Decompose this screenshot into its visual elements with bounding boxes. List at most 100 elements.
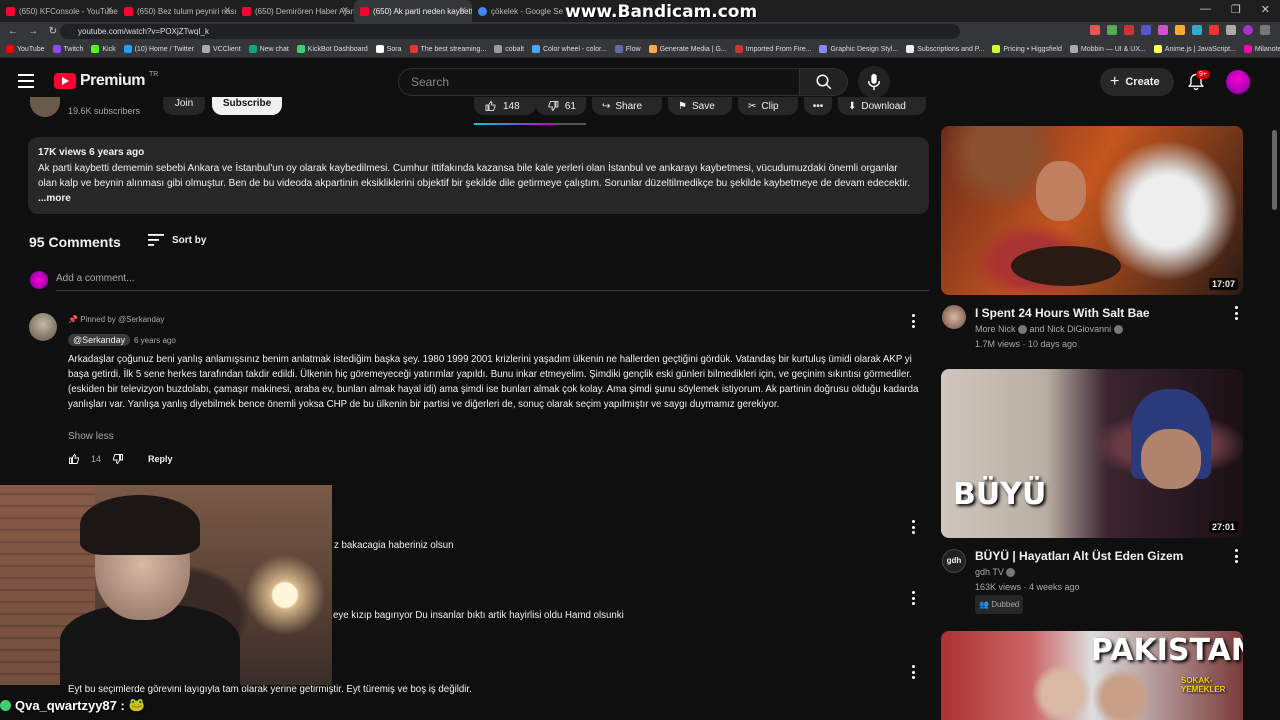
address-bar[interactable]: youtube.com/watch?v=POXjZTwqI_k xyxy=(60,24,960,39)
browser-tab[interactable]: (650) KFConsole - YouTube ✕ xyxy=(0,0,118,22)
bookmark-item[interactable]: Milanote xyxy=(1243,45,1280,53)
show-less-link[interactable]: Show less xyxy=(68,431,114,442)
bookmark-item[interactable]: Kick xyxy=(91,45,116,53)
bookmark-favicon-icon xyxy=(375,45,384,53)
thumbs-down-icon[interactable] xyxy=(111,453,124,465)
like-button[interactable]: 148 xyxy=(474,97,536,115)
thumbs-up-icon[interactable] xyxy=(68,453,81,465)
close-tab-icon[interactable]: ✕ xyxy=(341,5,349,16)
video-thumbnail[interactable]: PAKISTAN SOKAK-YEMEKLER xyxy=(941,631,1243,720)
comment-menu-icon[interactable] xyxy=(912,520,916,534)
extension-icon[interactable] xyxy=(1209,25,1219,35)
close-window-icon[interactable]: ✕ xyxy=(1261,3,1270,16)
bookmark-item[interactable]: YouTube xyxy=(6,45,45,53)
hamburger-menu-icon[interactable] xyxy=(18,74,34,88)
account-avatar[interactable] xyxy=(1226,70,1250,94)
video-menu-icon[interactable] xyxy=(1235,306,1239,320)
bookmark-favicon-icon xyxy=(296,45,305,53)
maximize-icon[interactable]: ❐ xyxy=(1231,3,1241,16)
add-comment-input[interactable]: Add a comment... xyxy=(56,273,929,291)
share-button[interactable]: ↪ Share xyxy=(592,97,662,115)
extension-icon[interactable] xyxy=(1141,25,1151,35)
comment-timestamp[interactable]: 6 years ago xyxy=(134,336,176,345)
video-thumbnail[interactable]: BÜYÜ 27:01 xyxy=(941,369,1243,538)
extension-icons xyxy=(1090,25,1270,35)
bookmark-item[interactable]: Flow xyxy=(614,45,641,53)
save-button[interactable]: ⚑ Save xyxy=(668,97,732,115)
extension-icon[interactable] xyxy=(1090,25,1100,35)
profile-icon[interactable] xyxy=(1243,25,1253,35)
browser-tab[interactable]: (650) Bez tulum peyniri nasıl ya✕ xyxy=(118,0,236,22)
comment-menu-icon[interactable] xyxy=(912,665,916,679)
close-tab-icon[interactable]: ✕ xyxy=(105,5,113,16)
bookmark-item[interactable]: Subscriptions and P... xyxy=(906,45,984,53)
bookmark-item[interactable]: (10) Home / Twitter xyxy=(123,45,194,53)
verified-icon xyxy=(1006,568,1016,578)
clip-button[interactable]: ✂ Clip xyxy=(738,97,798,115)
close-tab-icon[interactable]: ✕ xyxy=(459,5,467,16)
back-icon[interactable]: ← xyxy=(6,26,20,37)
chat-overlay: Qva_qwartzyy87 : 🐸 xyxy=(0,697,145,713)
scissors-icon: ✂ xyxy=(748,100,757,112)
comment-menu-icon[interactable] xyxy=(912,591,916,605)
channel-avatar[interactable] xyxy=(30,97,60,117)
bookmark-favicon-icon xyxy=(6,45,14,53)
bookmark-item[interactable]: VCClient xyxy=(201,45,241,53)
video-menu-icon[interactable] xyxy=(1235,549,1239,563)
extension-icon[interactable] xyxy=(1158,25,1168,35)
commenter-avatar[interactable] xyxy=(29,313,57,341)
video-thumbnail[interactable]: 17:07 xyxy=(941,126,1243,295)
thumbs-down-icon xyxy=(548,101,559,112)
channel-avatar[interactable] xyxy=(942,305,966,329)
bookmark-item[interactable]: Mobbin — UI & UX... xyxy=(1069,45,1146,53)
extension-icon[interactable] xyxy=(1192,25,1202,35)
voice-search-button[interactable] xyxy=(858,66,890,98)
create-button[interactable]: + Create xyxy=(1100,68,1174,96)
show-more-link[interactable]: ...more xyxy=(38,193,71,204)
youtube-favicon-icon xyxy=(124,6,133,16)
bookmark-item[interactable]: cobalt xyxy=(494,45,524,53)
youtube-premium-logo[interactable]: Premium TR xyxy=(54,71,158,90)
reply-button[interactable]: Reply xyxy=(148,454,173,464)
join-button[interactable]: Join xyxy=(163,97,205,115)
browser-tab[interactable]: (650) Demirören Haber Ajansı ✕ xyxy=(236,0,354,22)
video-title[interactable]: I Spent 24 Hours With Salt Bae xyxy=(975,306,1150,320)
browser-tab-active[interactable]: (650) Ak parti neden kaybetti ✕ xyxy=(354,0,472,22)
download-icon[interactable] xyxy=(1226,25,1236,35)
search-input[interactable]: Search xyxy=(398,68,800,96)
streamer-hair xyxy=(80,495,200,555)
search-button[interactable] xyxy=(800,68,848,96)
extension-icon[interactable] xyxy=(1107,25,1117,35)
menu-icon[interactable] xyxy=(1260,25,1270,35)
bookmark-item[interactable]: Twitch xyxy=(52,45,83,53)
bookmark-item[interactable]: Graphic Design Styl... xyxy=(819,45,898,53)
video-title[interactable]: BÜYÜ | Hayatları Alt Üst Eden Gizem xyxy=(975,549,1183,563)
bookmark-item[interactable]: The best streaming... xyxy=(409,45,486,53)
dislike-button[interactable]: 61 xyxy=(536,97,586,115)
verified-icon xyxy=(1018,325,1028,335)
sort-by-button[interactable]: Sort by xyxy=(148,234,206,246)
minimize-icon[interactable]: — xyxy=(1200,3,1211,16)
more-actions-button[interactable]: ••• xyxy=(804,97,832,115)
extension-icon[interactable] xyxy=(1175,25,1185,35)
close-tab-icon[interactable]: ✕ xyxy=(223,5,231,16)
subscribe-button[interactable]: Subscribe xyxy=(212,97,282,115)
channel-avatar[interactable]: gdh xyxy=(942,549,966,573)
video-description[interactable]: 17K views 6 years ago Ak parti kaybetti … xyxy=(28,137,929,214)
forward-icon[interactable]: → xyxy=(26,26,40,37)
bookmark-item[interactable]: KickBot Dashboard xyxy=(296,45,368,53)
bookmark-item[interactable]: Pricing • Higgsfield xyxy=(992,45,1062,53)
bookmark-item[interactable]: Generate Media | G... xyxy=(648,45,727,53)
bookmark-item[interactable]: New chat xyxy=(248,45,289,53)
reload-icon[interactable]: ↻ xyxy=(46,26,60,37)
bookmark-item[interactable]: Sora xyxy=(375,45,402,53)
bookmark-item[interactable]: Color wheel - color... xyxy=(531,45,607,53)
bookmark-item[interactable]: Anime.js | JavaScript... xyxy=(1153,45,1236,53)
bookmark-item[interactable]: Imported From Fire... xyxy=(734,45,811,53)
comment-menu-icon[interactable] xyxy=(912,314,916,328)
extension-icon[interactable] xyxy=(1124,25,1134,35)
comments-count: 95 Comments xyxy=(29,234,121,250)
comment-author[interactable]: @Serkanday xyxy=(68,334,131,346)
sidebar-scrollbar[interactable] xyxy=(1272,130,1277,210)
download-button[interactable]: ⬇ Download xyxy=(838,97,926,115)
